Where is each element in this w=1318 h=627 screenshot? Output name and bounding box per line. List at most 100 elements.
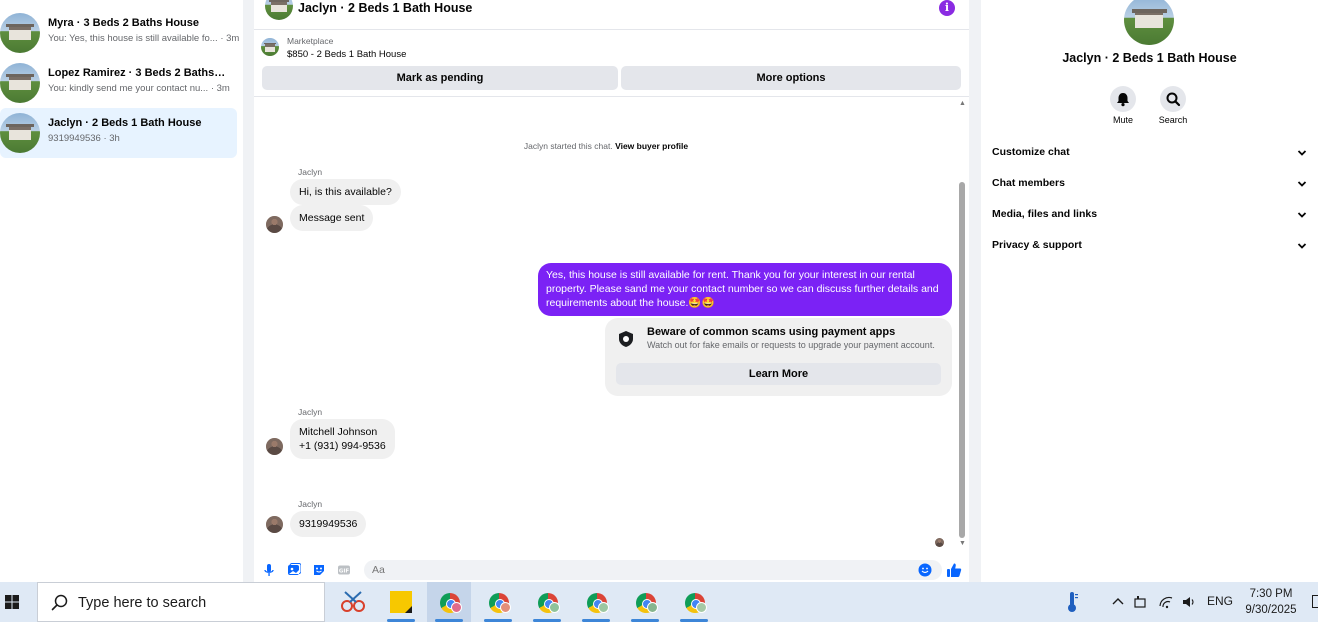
snipping-tool-app[interactable] [331, 582, 375, 622]
clock-date: 9/30/2025 [1245, 604, 1297, 616]
outgoing-message: Yes, this house is still available for r… [538, 263, 952, 316]
search-button[interactable]: Search [1153, 86, 1193, 125]
conversation-preview: You: Yes, this house is still available … [48, 33, 240, 44]
message-sender: Jaclyn [298, 407, 323, 417]
profile-badge [696, 602, 707, 613]
mute-label: Mute [1112, 115, 1133, 125]
conversation-list: Myra · 3 Beds 2 Baths House You: Yes, th… [0, 0, 243, 582]
contact-name: Jaclyn · 2 Beds 1 Bath House [1062, 51, 1237, 65]
conversation-avatar [0, 113, 40, 153]
chevron-down-icon [1297, 181, 1307, 187]
profile-badge [500, 602, 511, 613]
gif-icon[interactable]: GIF [337, 563, 351, 577]
message-input[interactable] [364, 560, 942, 580]
marketplace-label: Marketplace [287, 36, 334, 46]
scam-warning-title: Beware of common scams using payment app… [647, 326, 896, 338]
marketplace-banner: Marketplace $850 - 2 Beds 1 Bath House M… [254, 31, 969, 97]
seen-receipt-avatar [935, 538, 944, 547]
scroll-up-arrow[interactable]: ▲ [959, 100, 966, 107]
chrome-app[interactable] [476, 582, 520, 622]
messenger-window: Myra · 3 Beds 2 Baths House You: Yes, th… [0, 0, 1318, 582]
contact-avatar [1124, 0, 1174, 45]
chevron-down-icon [1297, 150, 1307, 156]
privacy-support-section[interactable]: Privacy & support [981, 231, 1318, 261]
chevron-down-icon [1297, 243, 1307, 249]
chrome-app[interactable] [623, 582, 667, 622]
search-icon [1160, 86, 1186, 112]
bell-icon [1110, 86, 1136, 112]
chat-panel: Jaclyn · 2 Beds 1 Bath House i Marketpla… [254, 0, 969, 582]
sender-avatar[interactable] [266, 516, 283, 533]
customize-chat-section[interactable]: Customize chat [981, 138, 1318, 168]
chrome-app[interactable] [427, 582, 471, 622]
profile-badge [549, 602, 560, 613]
sticky-notes-app[interactable] [379, 582, 423, 622]
chrome-app[interactable] [525, 582, 569, 622]
message-composer: GIF [254, 553, 969, 582]
chrome-app[interactable] [672, 582, 716, 622]
start-button[interactable] [0, 582, 37, 622]
svg-text:GIF: GIF [339, 569, 350, 575]
like-icon[interactable] [946, 562, 962, 578]
incoming-message: Hi, is this available? [290, 179, 401, 205]
sticker-icon[interactable] [312, 563, 326, 577]
emoji-icon[interactable] [918, 563, 932, 577]
listing-thumbnail[interactable] [261, 38, 279, 56]
clock[interactable]: 7:30 PM 9/30/2025 [1240, 586, 1302, 618]
conversation-avatar [0, 13, 40, 53]
conversation-preview: 9319949536 · 3h [48, 133, 120, 144]
scrollbar[interactable] [959, 182, 965, 538]
divider [969, 0, 981, 582]
learn-more-button[interactable]: Learn More [616, 363, 941, 385]
info-icon[interactable]: i [939, 0, 955, 16]
chevron-up-icon[interactable] [1110, 594, 1126, 610]
sender-avatar[interactable] [266, 438, 283, 455]
profile-badge [598, 602, 609, 613]
chat-title[interactable]: Jaclyn · 2 Beds 1 Bath House [298, 1, 472, 15]
conversation-title: Myra · 3 Beds 2 Baths House [48, 17, 199, 29]
show-desktop-button[interactable] [1312, 595, 1318, 608]
microphone-icon[interactable] [262, 563, 276, 577]
chat-header: Jaclyn · 2 Beds 1 Bath House i [254, 0, 969, 30]
conversation-avatar [0, 63, 40, 103]
shield-icon [619, 331, 633, 347]
system-message: Jaclyn started this chat. View buyer pro… [254, 141, 958, 151]
conversation-item[interactable]: Myra · 3 Beds 2 Baths House You: Yes, th… [0, 8, 240, 58]
scroll-down-arrow[interactable]: ▼ [959, 540, 966, 547]
scam-warning-subtitle: Watch out for fake emails or requests to… [647, 340, 935, 350]
conversation-item-active[interactable]: Jaclyn · 2 Beds 1 Bath House 9319949536 … [0, 108, 237, 158]
conversation-title: Jaclyn · 2 Beds 1 Bath House [48, 117, 202, 129]
profile-badge [451, 602, 462, 613]
thermometer-icon[interactable] [1064, 590, 1080, 614]
conversation-item[interactable]: Lopez Ramirez · 3 Beds 2 Baths Ho... You… [0, 58, 237, 108]
media-files-links-section[interactable]: Media, files and links [981, 200, 1318, 230]
incoming-message: Mitchell Johnson +1 (931) 994-9536 [290, 419, 395, 459]
more-options-button[interactable]: More options [621, 66, 961, 90]
view-buyer-profile-link[interactable]: View buyer profile [615, 141, 688, 151]
clock-time: 7:30 PM [1249, 588, 1293, 600]
scam-warning-card: Beware of common scams using payment app… [605, 318, 952, 396]
search-icon [51, 594, 68, 611]
incoming-message: 9319949536 [290, 511, 367, 537]
listing-title[interactable]: $850 - 2 Beds 1 Bath House [287, 49, 406, 60]
chrome-app[interactable] [574, 582, 618, 622]
sender-avatar[interactable] [266, 216, 283, 233]
chat-info-panel: Jaclyn · 2 Beds 1 Bath House Mute Search… [981, 0, 1318, 582]
chat-avatar[interactable] [265, 0, 293, 20]
speaker-icon[interactable] [1181, 594, 1197, 610]
battery-icon[interactable] [1132, 594, 1148, 610]
conversation-title: Lopez Ramirez · 3 Beds 2 Baths Ho... [48, 67, 226, 79]
mute-button[interactable]: Mute [1103, 86, 1143, 125]
taskbar-search-box[interactable]: Type here to search [37, 582, 325, 622]
contact-name-line: Mitchell Johnson [299, 426, 378, 438]
language-indicator[interactable]: ENG [1207, 594, 1233, 608]
section-label: Privacy & support [992, 239, 1082, 251]
windows-taskbar: Type here to search ENG 7:30 PM 9/30/202… [0, 582, 1318, 622]
chat-members-section[interactable]: Chat members [981, 169, 1318, 199]
mark-as-pending-button[interactable]: Mark as pending [262, 66, 618, 90]
wifi-icon[interactable] [1158, 594, 1174, 610]
section-label: Chat members [992, 177, 1065, 189]
photo-icon[interactable] [287, 563, 301, 577]
contact-phone-line: +1 (931) 994-9536 [299, 440, 386, 452]
chevron-down-icon [1297, 212, 1307, 218]
